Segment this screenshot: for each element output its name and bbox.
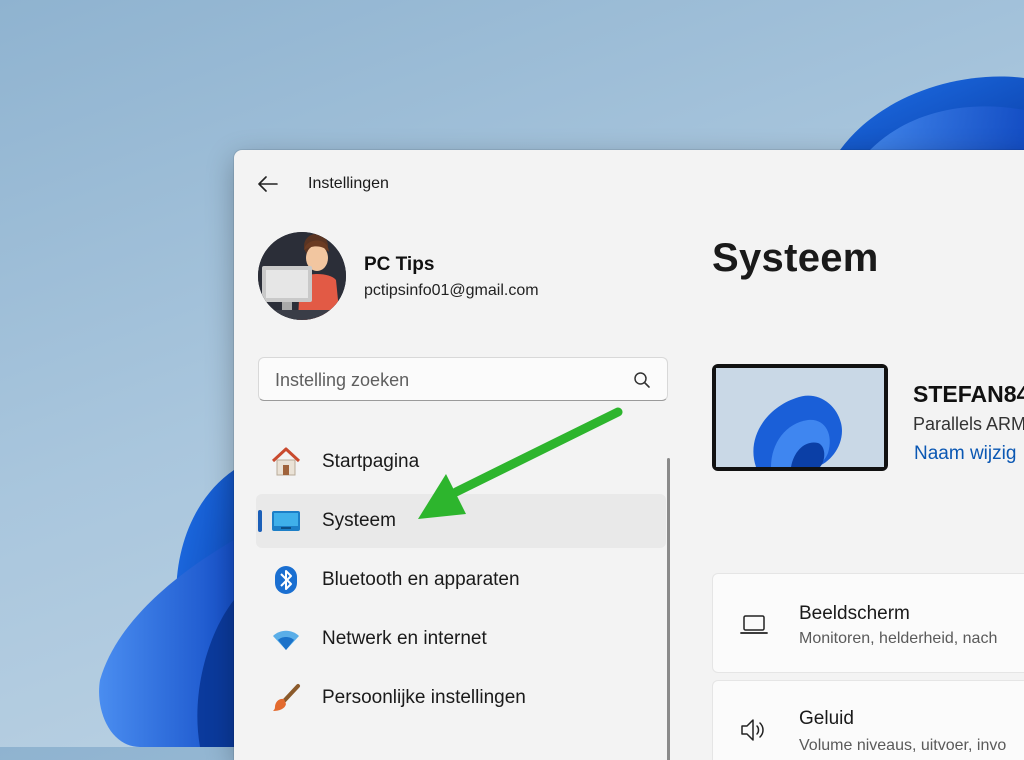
paintbrush-icon — [270, 683, 302, 713]
settings-window: Instellingen PC Tips pctipsinfo01@gmail.… — [234, 150, 1024, 760]
system-monitor-icon — [270, 506, 302, 536]
back-button[interactable] — [254, 170, 282, 198]
rename-link[interactable]: Naam wijzig — [914, 443, 1016, 465]
app-title: Instellingen — [308, 175, 389, 192]
sidebar-item-personalisatie[interactable]: Persoonlijke instellingen — [256, 671, 666, 725]
bluetooth-icon — [270, 565, 302, 595]
laptop-icon — [739, 610, 769, 640]
nav-scrollbar[interactable] — [667, 458, 670, 760]
user-email: pctipsinfo01@gmail.com — [364, 282, 539, 299]
sidebar-item-systeem[interactable]: Systeem — [256, 494, 666, 548]
card-title: Geluid — [799, 708, 854, 729]
wifi-icon — [270, 624, 302, 654]
sidebar-item-label: Netwerk en internet — [322, 628, 487, 649]
sidebar-item-label: Bluetooth en apparaten — [322, 569, 520, 590]
user-avatar-illustration — [258, 232, 346, 320]
wallpaper-preview-image — [716, 368, 884, 467]
search-input[interactable] — [273, 366, 617, 394]
home-icon — [270, 447, 302, 477]
sidebar-item-label: Persoonlijke instellingen — [322, 687, 526, 708]
sidebar-item-startpagina[interactable]: Startpagina — [256, 435, 666, 489]
card-subtitle: Monitoren, helderheid, nach — [799, 630, 998, 647]
speaker-icon — [739, 715, 769, 745]
user-name: PC Tips — [364, 254, 435, 275]
card-title: Beeldscherm — [799, 603, 910, 624]
sidebar-item-netwerk[interactable]: Netwerk en internet — [256, 612, 666, 666]
device-name: STEFAN84 — [913, 381, 1024, 407]
title-bar: Instellingen — [234, 150, 1024, 220]
card-subtitle: Volume niveaus, uitvoer, invo — [799, 737, 1007, 754]
search-icon[interactable] — [633, 371, 651, 389]
sidebar-nav: Startpagina Systeem Bluetooth en apparat… — [256, 435, 666, 730]
avatar[interactable] — [258, 232, 346, 320]
sidebar-item-bluetooth[interactable]: Bluetooth en apparaten — [256, 553, 666, 607]
device-model: Parallels ARM — [913, 414, 1024, 434]
selection-indicator — [258, 510, 262, 532]
display-settings-card[interactable]: Beeldscherm Monitoren, helderheid, nach — [712, 573, 1024, 673]
sidebar-item-label: Startpagina — [322, 451, 420, 472]
sound-settings-card[interactable]: Geluid Volume niveaus, uitvoer, invo — [712, 680, 1024, 760]
arrow-left-icon — [258, 176, 278, 192]
device-thumbnail — [712, 364, 888, 471]
search-box[interactable] — [258, 357, 668, 401]
page-title: Systeem — [712, 236, 879, 280]
sidebar-item-label: Systeem — [322, 510, 396, 531]
